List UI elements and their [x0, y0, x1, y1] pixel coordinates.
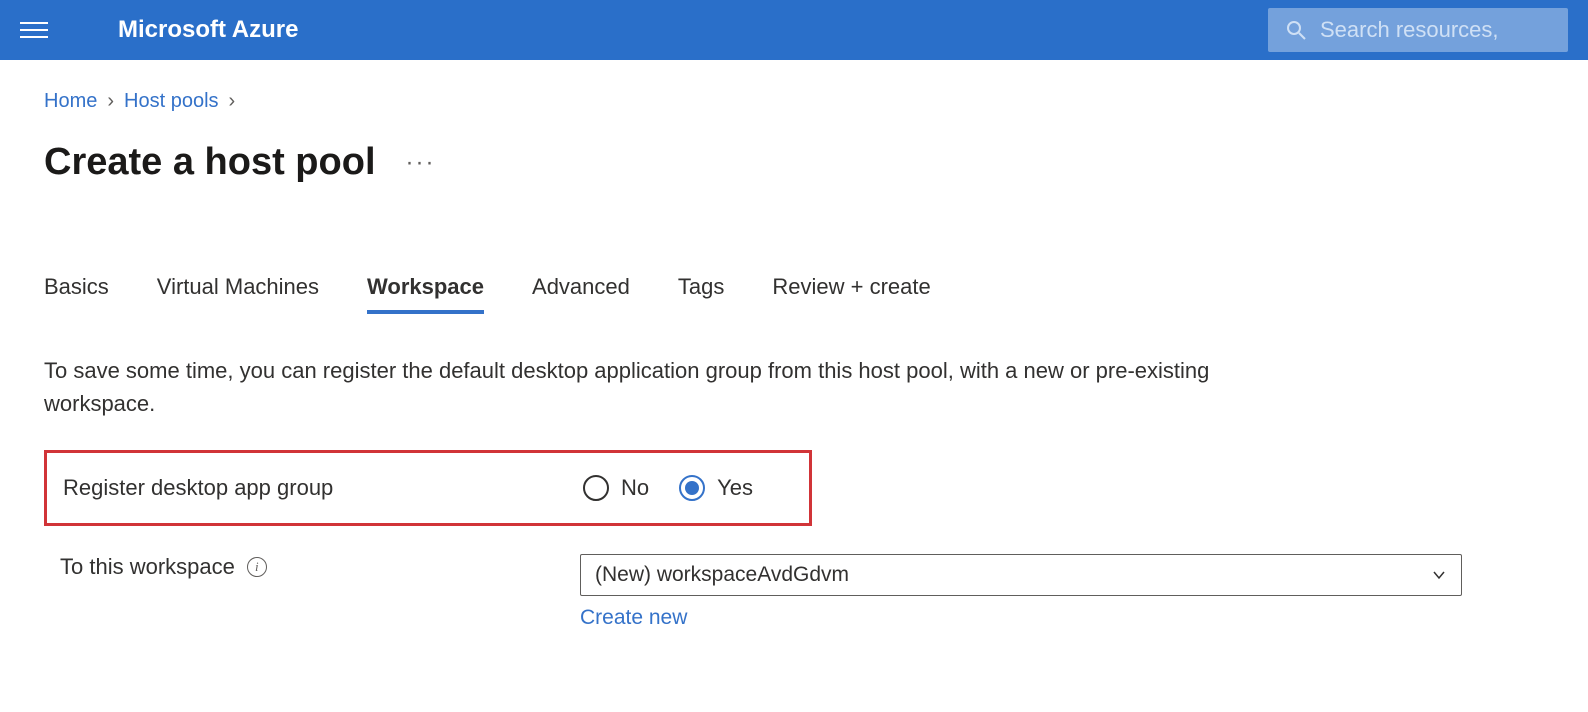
page-title: Create a host pool	[44, 141, 376, 184]
radio-dot-icon	[685, 481, 699, 495]
hamburger-menu-button[interactable]	[20, 16, 48, 44]
to-workspace-label-text: To this workspace	[60, 554, 235, 580]
breadcrumb-home[interactable]: Home	[44, 90, 97, 113]
info-icon[interactable]: i	[247, 557, 267, 577]
to-workspace-row: To this workspace i (New) workspaceAvdGd…	[44, 554, 1544, 630]
content-area: Home › Host pools › Create a host pool ·…	[0, 60, 1588, 660]
radio-no[interactable]: No	[583, 475, 649, 501]
register-radio-group: No Yes	[583, 475, 753, 501]
radio-no-label: No	[621, 475, 649, 501]
register-label: Register desktop app group	[63, 475, 583, 501]
search-placeholder: Search resources,	[1320, 17, 1499, 43]
chevron-down-icon	[1431, 567, 1447, 583]
tab-tags[interactable]: Tags	[678, 274, 724, 314]
page-title-row: Create a host pool ···	[44, 141, 1544, 184]
workspace-field-wrap: (New) workspaceAvdGdvm Create new	[580, 554, 1462, 630]
to-workspace-label: To this workspace i	[60, 554, 580, 580]
chevron-right-icon: ›	[229, 90, 236, 113]
search-icon	[1286, 20, 1306, 40]
radio-circle-icon	[583, 475, 609, 501]
top-bar: Microsoft Azure Search resources,	[0, 0, 1588, 60]
workspace-select[interactable]: (New) workspaceAvdGdvm	[580, 554, 1462, 596]
breadcrumb: Home › Host pools ›	[44, 90, 1544, 113]
workspace-select-value: (New) workspaceAvdGdvm	[595, 563, 849, 587]
tab-workspace[interactable]: Workspace	[367, 274, 484, 314]
workspace-description: To save some time, you can register the …	[44, 354, 1224, 420]
search-box[interactable]: Search resources,	[1268, 8, 1568, 52]
radio-yes-label: Yes	[717, 475, 753, 501]
tabs: Basics Virtual Machines Workspace Advanc…	[44, 274, 1544, 314]
brand-label: Microsoft Azure	[118, 16, 298, 44]
tab-review-create[interactable]: Review + create	[772, 274, 930, 314]
tab-virtual-machines[interactable]: Virtual Machines	[157, 274, 319, 314]
chevron-right-icon: ›	[107, 90, 114, 113]
register-app-group-row: Register desktop app group No Yes	[44, 450, 812, 526]
tab-basics[interactable]: Basics	[44, 274, 109, 314]
breadcrumb-hostpools[interactable]: Host pools	[124, 90, 219, 113]
create-new-link[interactable]: Create new	[580, 606, 1462, 630]
more-actions-button[interactable]: ···	[406, 149, 436, 177]
radio-yes[interactable]: Yes	[679, 475, 753, 501]
tab-advanced[interactable]: Advanced	[532, 274, 630, 314]
radio-circle-selected-icon	[679, 475, 705, 501]
